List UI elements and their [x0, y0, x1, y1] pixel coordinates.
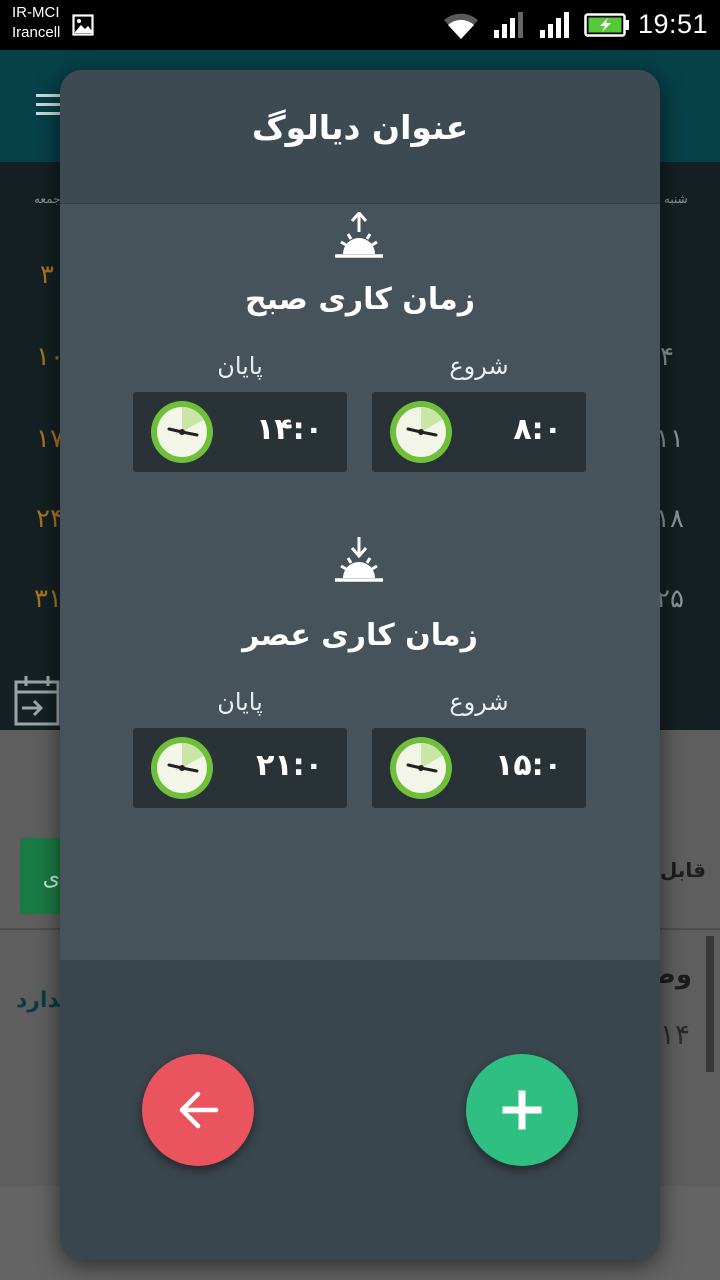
work-time-dialog: عنوان دیالوگ زمان کاری صبح شروع پایان ۸:…: [60, 70, 660, 1260]
sunset-icon: [335, 537, 383, 582]
carrier-line-2: Irancell: [12, 24, 61, 41]
evening-start-time: ۱۵:۰: [495, 748, 562, 783]
sunrise-icon: [335, 212, 383, 258]
calendar-day[interactable]: ۳: [40, 260, 54, 290]
battery-charging-icon: [584, 13, 629, 37]
morning-end-time: ۱۴:۰: [256, 412, 323, 447]
calendar-day[interactable]: ۱۱: [656, 424, 684, 454]
back-button[interactable]: [142, 1054, 254, 1166]
calendar-day[interactable]: ۳۱: [34, 584, 62, 614]
day-name-friday: جمعه: [34, 192, 61, 206]
dialog-title: عنوان دیالوگ: [251, 108, 469, 147]
calendar-day[interactable]: ۲۵: [656, 584, 684, 614]
clock-icon: [390, 737, 452, 799]
evening-end-label: پایان: [217, 688, 263, 716]
evening-start-label: شروع: [449, 688, 509, 716]
morning-end-time-picker[interactable]: ۱۴:۰: [133, 392, 347, 472]
dialog-body: زمان کاری صبح شروع پایان ۸:۰ ۱۴:۰ زمان ک…: [60, 204, 660, 960]
gallery-icon: [72, 14, 94, 36]
morning-start-label: شروع: [449, 352, 509, 380]
day-name-saturday: شنبه: [664, 192, 688, 206]
background-number: ۱۴: [659, 1018, 690, 1051]
evening-end-time-picker[interactable]: ۲۱:۰: [133, 728, 347, 808]
wifi-icon: [444, 13, 478, 39]
add-button[interactable]: [466, 1054, 578, 1166]
signal-icon: [494, 12, 523, 38]
morning-start-time: ۸:۰: [513, 412, 562, 447]
clock-icon: [390, 401, 452, 463]
menu-icon[interactable]: [36, 94, 60, 116]
signal-icon: [540, 12, 569, 38]
background-label: قابل: [660, 858, 706, 882]
evening-shift-title: زمان کاری عصر: [242, 618, 478, 653]
clock-icon: [151, 401, 213, 463]
dialog-header: عنوان دیالوگ: [60, 70, 660, 204]
arrow-left-icon: [179, 1091, 219, 1129]
status-bar: IR-MCI Irancell 19:51: [0, 0, 720, 50]
carrier-line-1: IR-MCI: [12, 4, 60, 21]
plus-icon: [502, 1090, 542, 1130]
morning-end-label: پایان: [217, 352, 263, 380]
morning-shift-title: زمان کاری صبح: [245, 282, 475, 317]
morning-start-time-picker[interactable]: ۸:۰: [372, 392, 586, 472]
calendar-export-icon[interactable]: [14, 676, 60, 726]
scrollbar[interactable]: [706, 936, 714, 1072]
clock-icon: [151, 737, 213, 799]
evening-start-time-picker[interactable]: ۱۵:۰: [372, 728, 586, 808]
calendar-day[interactable]: ۴: [660, 342, 674, 372]
calendar-day[interactable]: ۱۸: [656, 504, 684, 534]
status-clock: 19:51: [638, 9, 709, 39]
carrier-label: IR-MCI Irancell: [12, 3, 60, 43]
evening-end-time: ۲۱:۰: [256, 748, 323, 783]
